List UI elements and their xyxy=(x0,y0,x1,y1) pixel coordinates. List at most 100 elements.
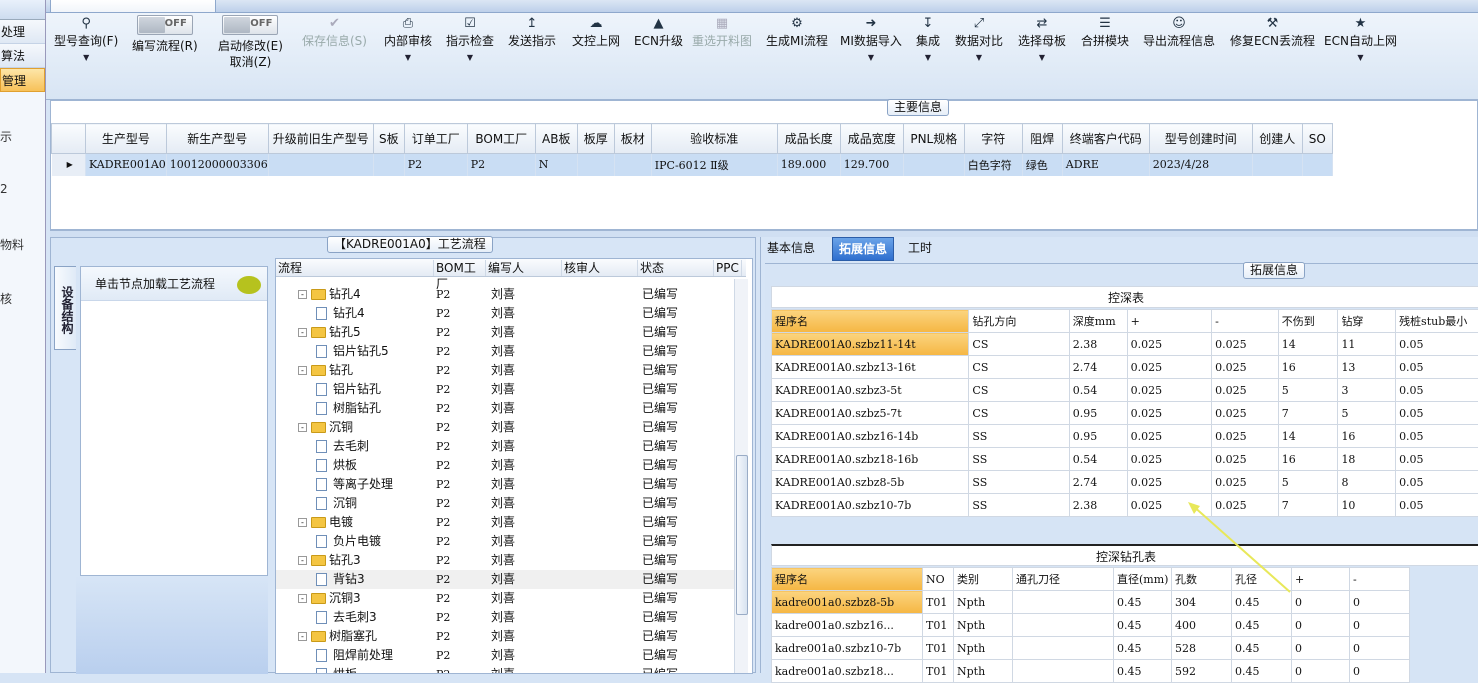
column-header[interactable]: SO xyxy=(1302,124,1332,154)
tree-row[interactable]: -电镀P2刘喜已编写 xyxy=(276,513,736,532)
collapse-icon[interactable]: - xyxy=(298,594,307,603)
column-header[interactable]: 升级前旧生产型号 xyxy=(268,124,373,154)
collapse-icon[interactable]: - xyxy=(298,423,307,432)
internal-review-button[interactable]: ⎙ 内部审核 ▼ xyxy=(384,15,432,67)
table-cell[interactable]: 0.025 xyxy=(1212,402,1279,425)
tree-row[interactable]: 钻孔4P2刘喜已编写 xyxy=(276,304,736,323)
tree-row[interactable]: -沉铜P2刘喜已编写 xyxy=(276,418,736,437)
cancel-edit-label[interactable]: 取消(Z) xyxy=(218,54,283,70)
merge-module-button[interactable]: ☰ 合拼模块 xyxy=(1081,15,1129,49)
tree-row[interactable]: 阻焊前处理P2刘喜已编写 xyxy=(276,646,736,665)
table-cell[interactable]: 0.54 xyxy=(1069,379,1127,402)
tree-row[interactable]: 负片电镀P2刘喜已编写 xyxy=(276,532,736,551)
table-cell[interactable]: 0.025 xyxy=(1127,425,1211,448)
ecn-auto-publish-button[interactable]: ★ ECN自动上网 ▼ xyxy=(1324,15,1397,67)
table-cell[interactable]: 18 xyxy=(1338,448,1396,471)
nav-side-label[interactable]: 核 xyxy=(0,290,12,307)
column-header[interactable]: 孔径 xyxy=(1232,568,1292,591)
table-cell[interactable]: 2.38 xyxy=(1069,494,1127,517)
tree-node[interactable]: -钻孔4 xyxy=(298,285,361,304)
chevron-down-icon[interactable]: ▼ xyxy=(1018,49,1066,67)
table-cell[interactable]: 0.05 xyxy=(1396,402,1478,425)
tree-row[interactable]: 背钻3P2刘喜已编写 xyxy=(276,570,736,589)
tree-node[interactable]: -钻孔3 xyxy=(298,551,361,570)
table-cell[interactable]: 0.45 xyxy=(1114,660,1172,683)
table-cell[interactable]: 0.025 xyxy=(1127,494,1211,517)
table-cell[interactable]: T01 xyxy=(923,591,954,614)
toggle-switch[interactable]: OFF xyxy=(137,15,193,35)
column-header[interactable]: 通孔刀径 xyxy=(1013,568,1114,591)
column-header[interactable]: 订单工厂 xyxy=(404,124,467,154)
tree-row[interactable]: 去毛刺P2刘喜已编写 xyxy=(276,437,736,456)
table-cell[interactable]: 0 xyxy=(1292,591,1350,614)
column-header[interactable]: NO xyxy=(923,568,954,591)
table-row[interactable]: KADRE001A0.szbz10-7bSS2.380.0250.0257100… xyxy=(772,494,1478,517)
table-row[interactable]: ▶ KADRE001A0 10012000003306 P2 P2 N IPC-… xyxy=(52,154,1333,176)
tree-row[interactable]: 去毛刺3P2刘喜已编写 xyxy=(276,608,736,627)
collapse-icon[interactable]: - xyxy=(298,328,307,337)
table-row[interactable]: kadre001a0.szbz18...T01Npth0.455920.4500 xyxy=(772,660,1410,683)
table-row[interactable]: kadre001a0.szbz10-7bT01Npth0.455280.4500 xyxy=(772,637,1410,660)
table-cell[interactable]: Npth xyxy=(954,660,1013,683)
tree-node[interactable]: 钻孔4 xyxy=(316,304,365,323)
tab-basic-info[interactable]: 基本信息 xyxy=(761,237,821,261)
table-cell[interactable]: 0.025 xyxy=(1212,471,1279,494)
tree-row[interactable]: 树脂钻孔P2刘喜已编写 xyxy=(276,399,736,418)
table-cell[interactable]: 0.025 xyxy=(1212,448,1279,471)
tree-row[interactable]: 烘板P2刘喜已编写 xyxy=(276,456,736,475)
table-cell[interactable]: 0.025 xyxy=(1212,379,1279,402)
table-cell[interactable]: 2.38 xyxy=(1069,333,1127,356)
model-query-button[interactable]: ⚲ 型号查询(F) ▼ xyxy=(54,15,118,67)
table-cell[interactable]: 0.45 xyxy=(1114,637,1172,660)
tree-node[interactable]: 铝片钻孔5 xyxy=(316,342,389,361)
column-header[interactable]: PPC xyxy=(714,260,742,276)
tree-node[interactable]: 去毛刺 xyxy=(316,437,369,456)
table-cell[interactable]: T01 xyxy=(923,660,954,683)
column-header[interactable]: 成品长度 xyxy=(777,124,840,154)
select-motherboard-button[interactable]: ⇄ 选择母板 ▼ xyxy=(1018,15,1066,67)
table-cell[interactable]: CS xyxy=(969,356,1069,379)
table-cell[interactable]: 0.45 xyxy=(1232,591,1292,614)
table-cell[interactable]: kadre001a0.szbz18... xyxy=(772,660,923,683)
tab-work-hours[interactable]: 工时 xyxy=(902,237,938,261)
table-cell[interactable]: 2.74 xyxy=(1069,471,1127,494)
repair-ecn-flow-button[interactable]: ⚒ 修复ECN丢流程 xyxy=(1230,15,1315,49)
generate-mi-flow-button[interactable]: ⚙ 生成MI流程 xyxy=(766,15,828,49)
column-header[interactable]: 残桩stub最小 xyxy=(1396,310,1478,333)
table-cell[interactable]: 0 xyxy=(1292,637,1350,660)
table-cell[interactable]: 0.45 xyxy=(1232,614,1292,637)
table-cell[interactable]: 0.45 xyxy=(1232,637,1292,660)
table-cell[interactable]: KADRE001A0.szbz16-14b xyxy=(772,425,969,448)
tree-row[interactable]: -沉铜3P2刘喜已编写 xyxy=(276,589,736,608)
tree-node[interactable]: -电镀 xyxy=(298,513,353,532)
table-cell[interactable]: 0.025 xyxy=(1127,356,1211,379)
chevron-down-icon[interactable]: ▼ xyxy=(384,49,432,67)
column-header[interactable]: 不伤到 xyxy=(1278,310,1338,333)
table-cell[interactable]: 3 xyxy=(1338,379,1396,402)
table-cell[interactable]: 0.025 xyxy=(1212,333,1279,356)
table-cell[interactable]: 7 xyxy=(1278,402,1338,425)
table-cell[interactable]: 8 xyxy=(1338,471,1396,494)
chevron-down-icon[interactable]: ▼ xyxy=(955,49,1003,67)
column-header[interactable]: + xyxy=(1127,310,1211,333)
nav-side-label[interactable]: 物料 xyxy=(0,236,24,253)
save-info-button[interactable]: ✔ 保存信息(S) xyxy=(302,15,367,49)
table-cell[interactable]: Npth xyxy=(954,591,1013,614)
table-cell[interactable]: 16 xyxy=(1338,425,1396,448)
table-cell[interactable] xyxy=(1013,614,1114,637)
table-cell[interactable]: KADRE001A0.szbz8-5b xyxy=(772,471,969,494)
column-header[interactable]: 核审人 xyxy=(562,260,638,276)
table-cell[interactable]: Npth xyxy=(954,614,1013,637)
table-cell[interactable]: kadre001a0.szbz10-7b xyxy=(772,637,923,660)
column-header[interactable]: AB板 xyxy=(535,124,577,154)
table-cell[interactable]: 0 xyxy=(1350,591,1410,614)
column-header[interactable]: BOM工厂 xyxy=(434,260,486,276)
tree-node[interactable]: -钻孔 xyxy=(298,361,353,380)
table-cell[interactable]: 0.05 xyxy=(1396,425,1478,448)
table-row[interactable]: KADRE001A0.szbz11-14tCS2.380.0250.025141… xyxy=(772,333,1478,356)
table-cell[interactable]: 0.95 xyxy=(1069,425,1127,448)
column-header[interactable]: - xyxy=(1350,568,1410,591)
table-cell[interactable]: 0 xyxy=(1350,660,1410,683)
table-cell[interactable]: SS xyxy=(969,494,1069,517)
table-cell[interactable]: KADRE001A0.szbz5-7t xyxy=(772,402,969,425)
